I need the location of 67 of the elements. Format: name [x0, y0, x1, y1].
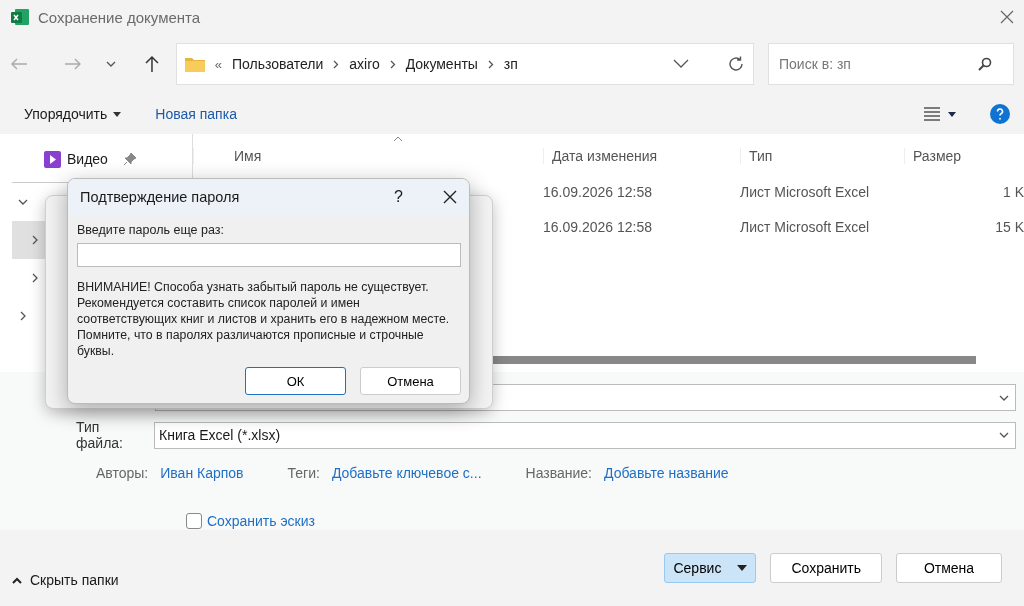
table-cell-text: 15 K [994, 218, 1024, 235]
search-field[interactable]: Поиск в: зп [768, 43, 1014, 85]
meta-label: Теги: [287, 465, 320, 481]
hide-folders-link[interactable]: Скрыть папки [30, 572, 119, 588]
dropdown-chevron-icon [999, 430, 1009, 440]
column-header[interactable]: Имя [193, 148, 543, 164]
dropdown-chevron-icon[interactable] [673, 59, 689, 69]
view-list-icon[interactable] [924, 107, 940, 121]
window-title: Сохранение документа [38, 8, 202, 26]
dialog-button[interactable]: Отмена [360, 367, 461, 395]
file-type-dropdown[interactable]: Книга Excel (*.xlsx) [154, 421, 1016, 449]
caret-down-icon [113, 111, 122, 117]
table-cell-text: Лист Microsoft Excel [740, 218, 871, 235]
sidebar-item[interactable]: Видео [0, 134, 192, 174]
up-arrow-icon[interactable] [143, 55, 160, 73]
caret-down-icon [737, 565, 748, 571]
dialog-button[interactable]: ОК [245, 367, 346, 395]
column-header[interactable]: Дата изменения [543, 148, 740, 164]
collapse-chevron-icon [30, 235, 40, 245]
separator-chevron-icon [487, 59, 494, 69]
breadcrumb[interactable]: axiro [349, 56, 380, 72]
table-cell-text: 16.09.2026 12:58 [543, 183, 653, 200]
meta-label: Название: [525, 465, 592, 481]
close-icon[interactable] [443, 190, 457, 204]
breadcrumb[interactable]: Пользователи [231, 56, 324, 72]
column-header[interactable]: Размер [904, 148, 1024, 164]
view-dropdown-icon[interactable] [948, 111, 956, 117]
meta-label: Авторы: [96, 465, 149, 481]
breadcrumb[interactable]: зп [503, 56, 518, 72]
tools-button[interactable]: Сервис [664, 553, 757, 583]
breadcrumb[interactable]: Документы [405, 56, 478, 72]
checkbox-label[interactable]: Сохранить эскиз [207, 513, 315, 529]
address-bar[interactable]: « Пользователи axiro Документы зп [175, 43, 754, 85]
separator-chevron-icon [389, 59, 396, 69]
sort-caret-icon [393, 136, 403, 142]
dialog-button[interactable]: Сохранить [770, 553, 882, 583]
video-icon [44, 150, 61, 168]
meta-link[interactable]: Добавьте название [604, 465, 729, 481]
table-cell-text: Лист Microsoft Excel [740, 183, 871, 200]
recent-dropdown-icon [105, 59, 116, 69]
field-label: Введите пароль еще раз: [77, 223, 225, 237]
table-cell-text: 1 K [1002, 183, 1024, 200]
expand-chevron-icon [18, 197, 28, 207]
search-icon [978, 57, 992, 71]
pin-icon[interactable] [122, 152, 137, 166]
meta-link[interactable]: Добавьте ключевое с... [331, 465, 482, 481]
warning-text: ВНИМАНИЕ! Способа узнать забытый пароль не существует. Рекомендуется составить список паролей и имен соответствующих книг и листов и хранить его в надежном месте. Помните, что в паролях различаются прописные и строчные буквы. [77, 279, 451, 359]
meta-link[interactable]: Иван Карпов [160, 465, 244, 481]
organize-menu[interactable]: Упорядочить [24, 106, 122, 122]
dialog-button[interactable]: Отмена [896, 553, 1002, 583]
spreadsheet-app-icon [10, 7, 30, 27]
separator-chevron-icon [333, 59, 340, 69]
caret-up-icon[interactable] [12, 576, 22, 584]
folder-icon [184, 56, 205, 72]
dialog-title: Подтверждение пароля [80, 189, 241, 205]
help-button[interactable]: ? [394, 188, 403, 206]
refresh-icon[interactable] [727, 55, 745, 73]
checkbox[interactable] [186, 513, 202, 529]
collapse-chevron-icon [18, 311, 28, 321]
table-cell-text: 16.09.2026 12:58 [543, 218, 653, 235]
password-field[interactable] [77, 243, 461, 267]
overflow-chevrons[interactable]: « [214, 56, 222, 72]
help-icon[interactable] [990, 104, 1010, 124]
collapse-chevron-icon [30, 273, 40, 283]
file-type-label: Тип файла: [76, 419, 124, 451]
new-folder-button[interactable]: Новая папка [155, 106, 237, 122]
column-header[interactable]: Тип [740, 148, 904, 164]
